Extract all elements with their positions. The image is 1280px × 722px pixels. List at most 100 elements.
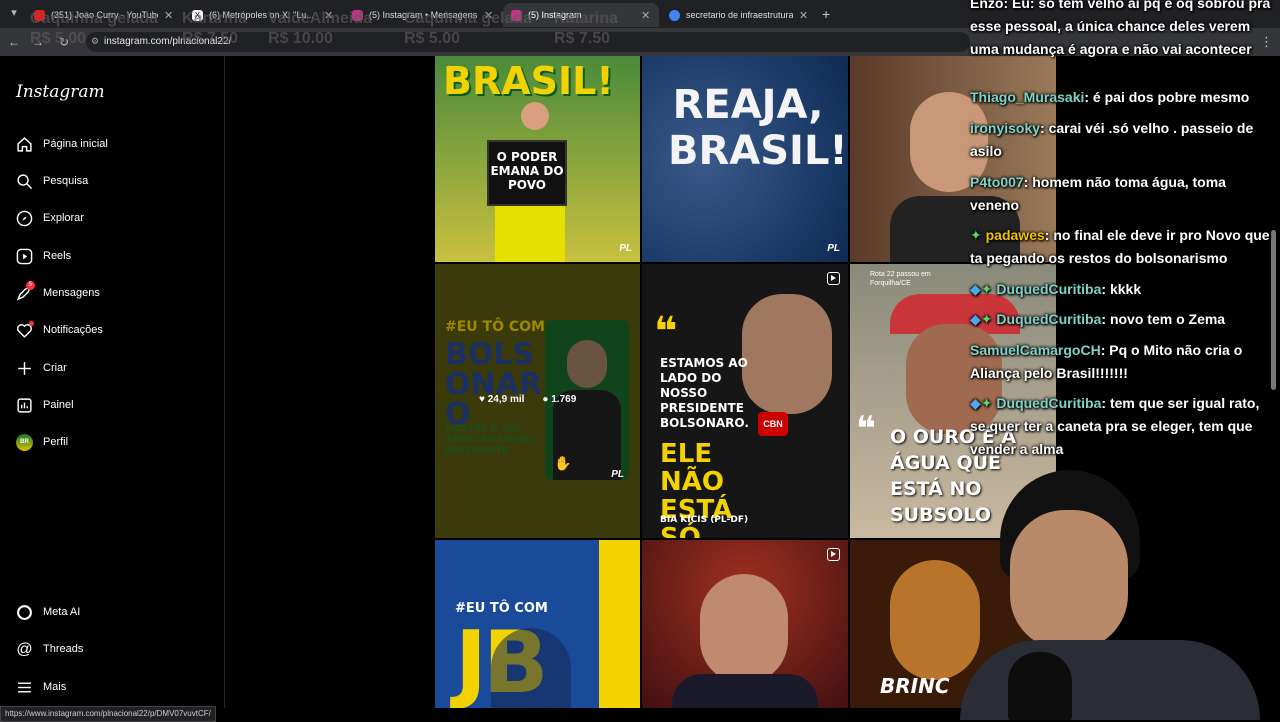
tab-title: (351) Joao Curry - YouTube xyxy=(51,10,158,20)
post-author: BIA KICIS (PL-DF) xyxy=(660,515,749,525)
chat-username: P4to007 xyxy=(970,174,1024,190)
reels-icon xyxy=(16,248,33,265)
post-thumbnail[interactable]: REAJA, BRASIL! PL xyxy=(642,56,848,262)
sidebar-item-search[interactable]: Pesquisa xyxy=(16,169,88,193)
sidebar-item-label: Mensagens xyxy=(43,287,100,299)
meta-ai-icon xyxy=(16,604,33,621)
sidebar-item-notifications[interactable]: Notificações xyxy=(16,318,103,342)
sidebar-item-more[interactable]: Mais xyxy=(16,675,66,699)
heart-icon xyxy=(16,320,34,339)
sparkle-badge-icon: ✦ xyxy=(970,227,986,243)
chat-message: ◆✦ DuquedCuritiba: novo tem o Zema xyxy=(970,308,1278,331)
chat-username: padawes xyxy=(985,227,1045,243)
x-logo-icon: X xyxy=(192,9,203,21)
sidebar-item-label: Threads xyxy=(43,643,84,655)
instagram-icon xyxy=(352,9,363,21)
instagram-logo[interactable]: Instagram xyxy=(16,82,105,102)
sidebar-item-label: Meta AI xyxy=(43,606,81,618)
menu-icon xyxy=(16,679,33,696)
sidebar-item-meta-ai[interactable]: Meta AI xyxy=(16,600,80,624)
chat-message: Enzo: Eu: só tem velho aí pq é oq sobrou… xyxy=(970,0,1278,61)
sparkle-badge-icon: ✦ xyxy=(980,281,997,297)
reel-icon xyxy=(827,548,840,561)
notification-dot xyxy=(29,320,34,326)
reload-icon[interactable]: ↻ xyxy=(56,34,72,50)
pl-logo: PL xyxy=(827,243,840,254)
tab-google-search[interactable]: secretario de infraestrutura cur... ✕ xyxy=(661,3,817,27)
tab-metropoles[interactable]: X (6) Metrópoles on X: "Lu... ✕ xyxy=(184,3,342,27)
new-tab-button[interactable]: + xyxy=(822,6,830,22)
woman-shirt xyxy=(495,206,565,262)
chat-username: DuquedCuritiba xyxy=(996,395,1102,411)
tab-youtube[interactable]: (351) Joao Curry - YouTube ✕ xyxy=(26,3,182,27)
tab-instagram-active[interactable]: (5) Instagram ✕ xyxy=(503,3,659,27)
threads-icon: @ xyxy=(16,640,33,658)
cube-badge-icon: ◆ xyxy=(970,311,981,327)
sidebar-item-reels[interactable]: Reels xyxy=(16,244,71,268)
pl-logo: PL xyxy=(619,243,632,254)
tab-title: (6) Metrópoles on X: "Lu... xyxy=(209,10,314,20)
sidebar-item-label: Reels xyxy=(43,250,72,262)
home-icon xyxy=(16,136,33,153)
microphone-icon xyxy=(1008,652,1072,720)
tab-title: (5) Instagram xyxy=(528,10,582,20)
portrait-silhouette xyxy=(491,628,571,708)
post-thumbnail-hover[interactable]: #EU TÔ COM BOLSONARO MOSTRE O SEU APOIO … xyxy=(435,264,640,538)
sidebar-item-home[interactable]: Página inicial xyxy=(16,132,108,156)
quote-mark-icon: ❝ xyxy=(654,309,678,355)
site-info-icon[interactable]: ⚙ xyxy=(91,36,99,47)
chat-message: P4to007: homem não toma água, toma venen… xyxy=(970,171,1278,217)
comment-icon: ● xyxy=(542,394,549,405)
sparkle-badge-icon: ✦ xyxy=(980,395,997,411)
messenger-icon: 5 xyxy=(16,280,35,302)
sidebar-item-dashboard[interactable]: Painel xyxy=(16,393,74,417)
sidebar-item-explore[interactable]: Explorar xyxy=(16,206,84,230)
woman-figure xyxy=(521,102,549,130)
likes-count: 24,9 mil xyxy=(487,394,525,405)
streamer-face xyxy=(1010,510,1128,650)
tab-search-icon[interactable]: ▾ xyxy=(6,5,22,21)
man-face xyxy=(700,574,788,684)
close-icon[interactable]: ✕ xyxy=(641,9,651,22)
back-arrow-icon[interactable]: ← xyxy=(6,34,22,50)
chat-message: ◆✦ DuquedCuritiba: kkkk xyxy=(970,278,1278,301)
url-field[interactable]: ⚙ instagram.com/plnacional22/ xyxy=(86,32,970,52)
google-icon xyxy=(669,9,680,21)
sidebar-item-label: Pesquisa xyxy=(43,175,89,187)
close-icon[interactable]: ✕ xyxy=(484,9,494,22)
search-icon xyxy=(16,173,33,190)
sidebar-item-threads[interactable]: @ Threads xyxy=(16,637,83,661)
chat-username: Thiago_Murasaki xyxy=(970,89,1085,105)
sidebar-item-create[interactable]: Criar xyxy=(16,356,67,380)
sidebar-item-profile[interactable]: BR Perfil xyxy=(16,430,68,454)
chat-message: Thiago_Murasaki: é pai dos pobre mesmo xyxy=(970,86,1278,109)
quote-mark-icon: ❝ xyxy=(856,409,876,449)
close-icon[interactable]: ✕ xyxy=(799,9,809,22)
instagram-sidebar: Instagram Página inicial Pesquisa Explor… xyxy=(0,56,225,708)
post-thumbnail[interactable]: #EU TÔ COM JB xyxy=(435,540,640,708)
streamer-webcam xyxy=(960,470,1280,720)
sidebar-item-label: Explorar xyxy=(43,212,84,224)
cube-badge-icon: ◆ xyxy=(970,395,981,411)
chat-username: DuquedCuritiba xyxy=(996,281,1102,297)
microphone-logo: CBN xyxy=(758,412,788,436)
close-icon[interactable]: ✕ xyxy=(324,9,334,22)
chat-message: ◆✦ DuquedCuritiba: tem que ser igual rat… xyxy=(970,392,1278,461)
post-headline: REAJA, BRASIL! xyxy=(668,82,848,174)
sidebar-item-label: Criar xyxy=(43,362,67,374)
reel-icon xyxy=(827,272,840,285)
post-video-thumbnail[interactable]: ❝ ESTAMOS AO LADO DO NOSSO PRESIDENTE BO… xyxy=(642,264,848,538)
post-video-thumbnail[interactable] xyxy=(642,540,848,708)
unread-badge: 5 xyxy=(26,280,35,290)
protest-sign: O PODER EMANA DO POVO xyxy=(487,140,567,206)
tab-title: (5) Instagram • Mensagens xyxy=(369,10,478,20)
sidebar-item-messages[interactable]: 5 Mensagens xyxy=(16,280,100,305)
post-thumbnail[interactable]: BRASIL! O PODER EMANA DO POVO PL xyxy=(435,56,640,262)
chat-text: : kkkk xyxy=(1101,281,1142,297)
forward-arrow-icon[interactable]: → xyxy=(30,34,46,50)
streamer-shirt xyxy=(960,640,1260,720)
close-icon[interactable]: ✕ xyxy=(164,9,174,22)
chat-username: SamuelCamargoCH xyxy=(970,342,1101,358)
dashboard-icon xyxy=(16,397,33,414)
tab-instagram-messages[interactable]: (5) Instagram • Mensagens ✕ xyxy=(344,3,502,27)
